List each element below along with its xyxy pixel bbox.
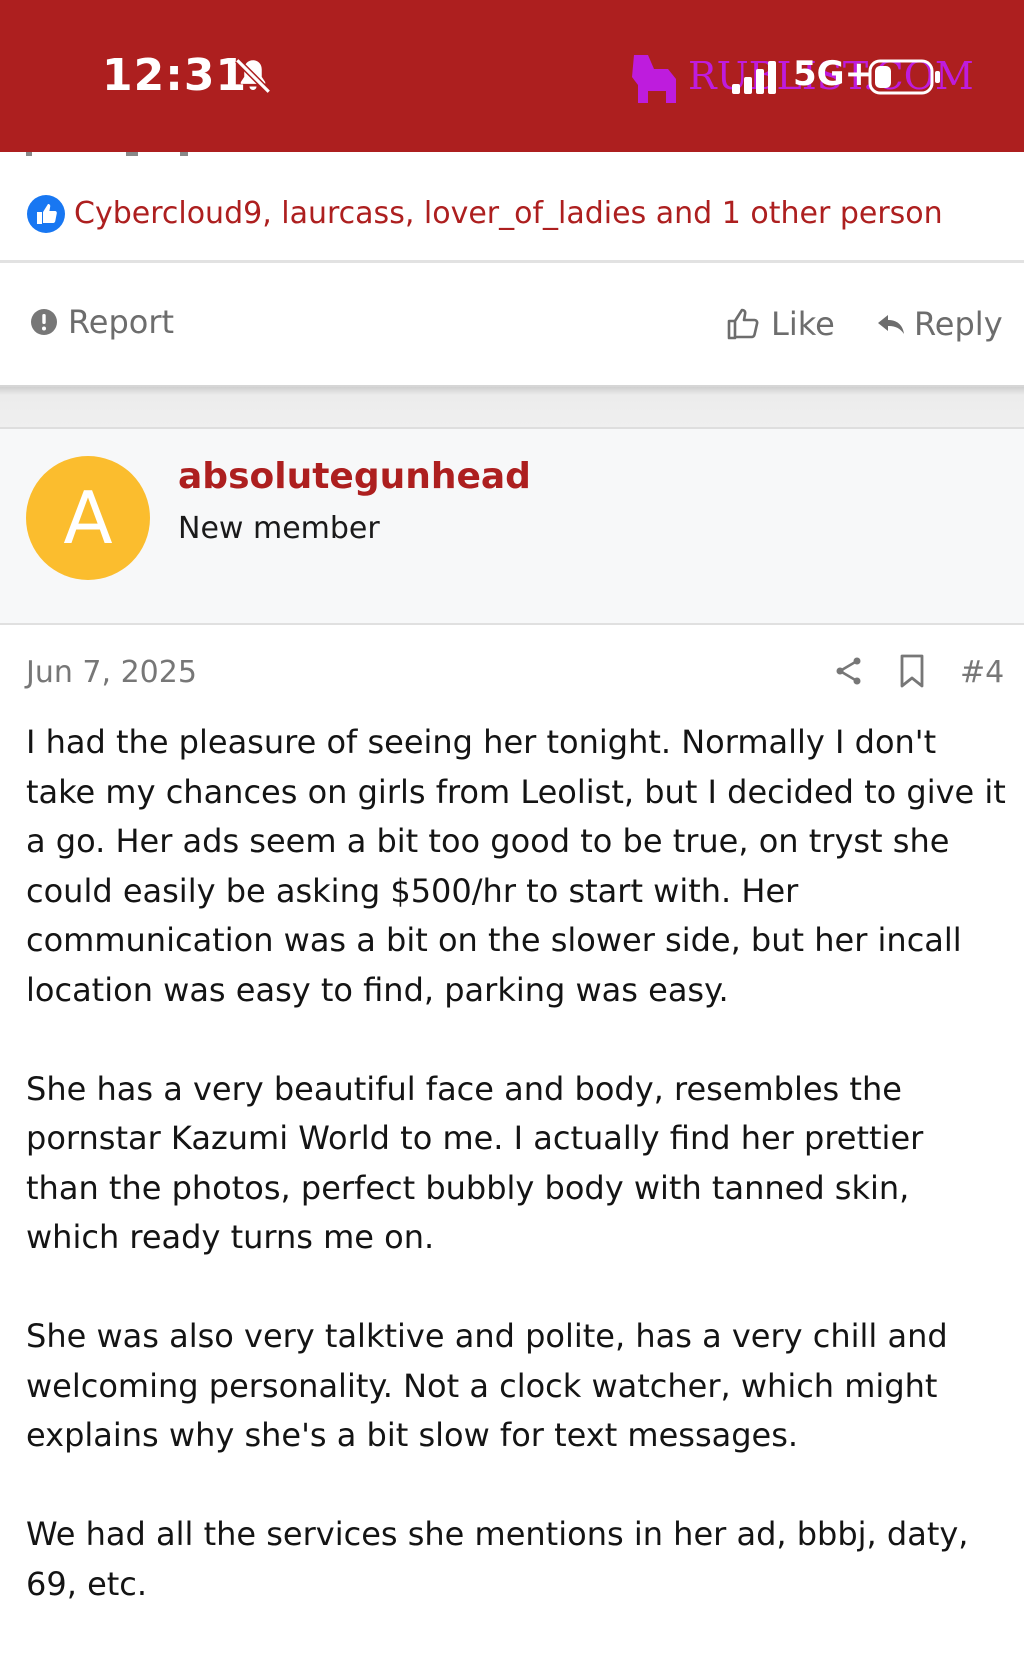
previous-post-fragment (0, 152, 1024, 162)
reply-icon (878, 315, 904, 334)
status-time: 12:31 (102, 50, 248, 101)
post-actions-bar: Report Like Reply (0, 263, 1024, 387)
bookmark-icon[interactable] (898, 653, 926, 689)
author-username[interactable]: absolutegunhead (178, 456, 531, 497)
like-badge-icon (27, 195, 65, 233)
bell-off-icon (235, 58, 271, 94)
report-button[interactable]: Report (30, 303, 174, 341)
post-separator (0, 387, 1024, 429)
post-paragraph: She has a very beautiful face and body, … (26, 1069, 924, 1257)
reactors-list[interactable]: Cybercloud9, laurcass, lover_of_ladies a… (74, 196, 943, 231)
network-type: 5G+ (793, 54, 874, 94)
post-author-header: A absolutegunhead New member (0, 429, 1024, 625)
share-icon[interactable] (834, 655, 864, 687)
post-paragraph: She was also very talktive and polite, h… (26, 1317, 948, 1454)
thumbs-up-icon (727, 308, 759, 340)
watermark-logo-icon (632, 54, 676, 103)
post-number[interactable]: #4 (960, 655, 1004, 690)
report-icon (31, 309, 57, 335)
status-bar: 12:31 RUBLIST.COM 5G+ (0, 0, 1024, 152)
battery-icon (868, 59, 940, 95)
report-label: Report (68, 303, 175, 341)
post-body: I had the pleasure of seeing her tonight… (26, 718, 1006, 1609)
like-label: Like (771, 305, 835, 343)
avatar[interactable]: A (26, 456, 150, 580)
reactions-bar[interactable]: Cybercloud9, laurcass, lover_of_ladies a… (0, 162, 1024, 263)
post-meta: Jun 7, 2025 #4 (0, 625, 1024, 715)
like-button[interactable]: Like (725, 305, 835, 343)
post-date[interactable]: Jun 7, 2025 (26, 655, 197, 690)
post-paragraph: We had all the services she mentions in … (26, 1515, 969, 1603)
reply-label: Reply (914, 305, 1003, 343)
signal-icon (732, 61, 776, 94)
post-paragraph: I had the pleasure of seeing her tonight… (26, 723, 1006, 1009)
reply-button[interactable]: Reply (876, 305, 1003, 343)
author-title: New member (178, 511, 380, 546)
